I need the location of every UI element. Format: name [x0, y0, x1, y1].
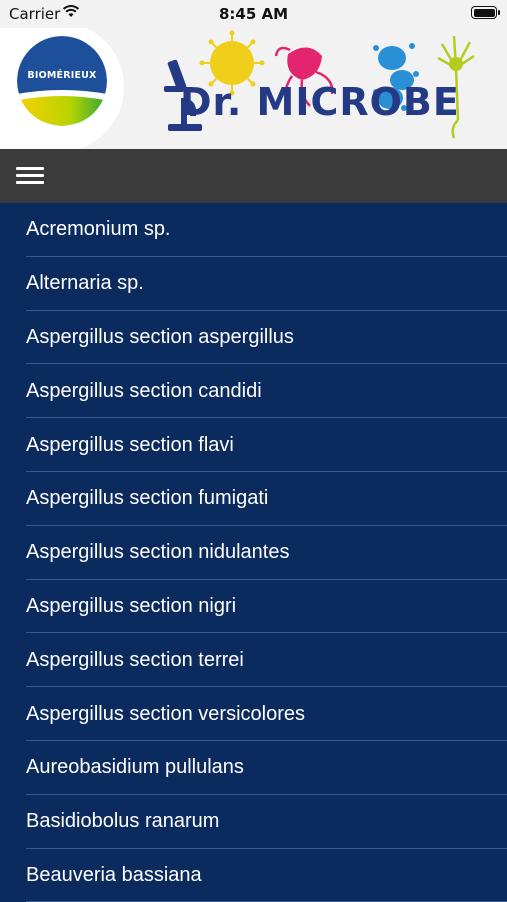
toolbar: [0, 149, 507, 203]
list-item[interactable]: Alternaria sp.: [0, 257, 507, 311]
list-item[interactable]: Aureobasidium pullulans: [0, 741, 507, 795]
organism-list: Acremonium sp. Alternaria sp. Aspergillus …: [0, 203, 507, 902]
biomerieux-logo: BIOMÉRIEUX: [17, 36, 107, 126]
list-item-label: Acremonium sp.: [26, 218, 171, 241]
list-item[interactable]: Acremonium sp.: [0, 203, 507, 257]
list-item[interactable]: Beauveria bassiana: [0, 849, 507, 902]
battery-icon: [471, 6, 500, 19]
list-item-label: Aspergillus section nigri: [26, 594, 237, 617]
list-item[interactable]: Aspergillus section fumigati: [0, 472, 507, 526]
app-header: BIOMÉRIEUX Dr. MICROBE: [0, 28, 507, 149]
list-item-label: Aspergillus section fumigati: [26, 487, 269, 510]
list-item-label: Aureobasidium pullulans: [26, 756, 244, 779]
list-item-label: Aspergillus section versicolores: [26, 702, 306, 725]
list-item[interactable]: Aspergillus section candidi: [0, 364, 507, 418]
biomerieux-wordmark: BIOMÉRIEUX: [27, 70, 97, 81]
list-item-label: Basidiobolus ranarum: [26, 810, 220, 833]
app-title: Dr. MICROBE: [180, 80, 460, 124]
list-item-label: Aspergillus section nidulantes: [26, 541, 290, 564]
list-item-label: Aspergillus section terrei: [26, 648, 244, 671]
biomerieux-logo-container: BIOMÉRIEUX: [0, 28, 124, 149]
clock: 8:45 AM: [218, 5, 289, 23]
list-item[interactable]: Aspergillus section terrei: [0, 633, 507, 687]
list-item-label: Aspergillus section candidi: [26, 379, 262, 402]
list-item-label: Alternaria sp.: [26, 272, 144, 295]
list-item-label: Aspergillus section aspergillus: [26, 325, 294, 348]
list-item-label: Aspergillus section flavi: [26, 433, 234, 456]
hamburger-menu-icon[interactable]: [14, 163, 48, 189]
list-item-label: Beauveria bassiana: [26, 863, 202, 886]
list-item[interactable]: Aspergillus section nigri: [0, 580, 507, 634]
list-item[interactable]: Aspergillus section versicolores: [0, 687, 507, 741]
status-bar: Carrier 8:45 AM: [0, 0, 507, 28]
dr-microbe-illustration: Dr. MICROBE: [150, 28, 480, 149]
list-item[interactable]: Aspergillus section aspergillus: [0, 311, 507, 365]
list-item[interactable]: Aspergillus section nidulantes: [0, 526, 507, 580]
list-item[interactable]: Basidiobolus ranarum: [0, 795, 507, 849]
list-item[interactable]: Aspergillus section flavi: [0, 418, 507, 472]
